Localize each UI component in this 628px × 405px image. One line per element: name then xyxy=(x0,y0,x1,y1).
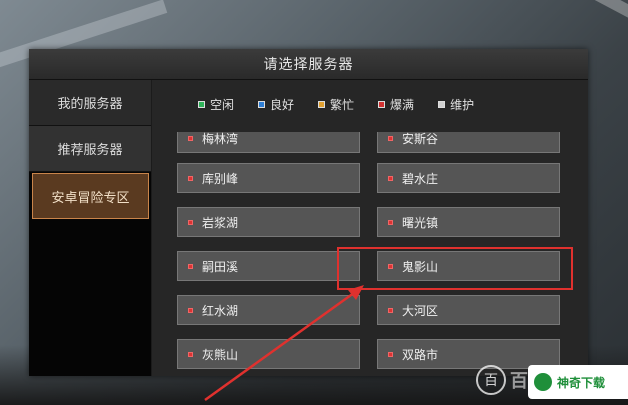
watermark: 百 百度 神奇下载 xyxy=(470,355,628,405)
watermark-badge: 神奇下载 xyxy=(528,365,628,399)
badge-logo-icon xyxy=(534,373,552,391)
badge-text: 神奇下载 xyxy=(557,375,606,390)
watermark-logo-icon: 百 xyxy=(476,365,506,395)
pointer-arrow-icon xyxy=(204,285,364,402)
